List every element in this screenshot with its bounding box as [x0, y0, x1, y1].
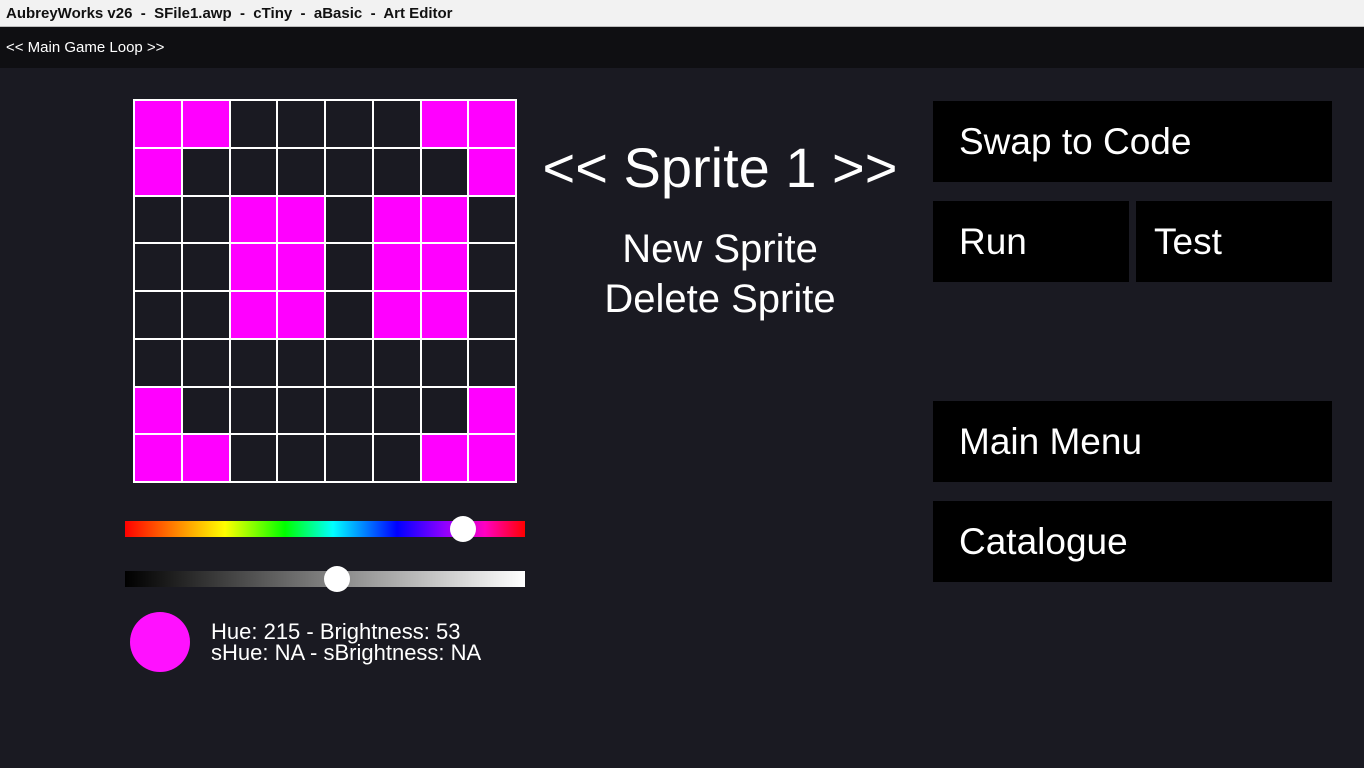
sprite-pixel-cell[interactable] — [326, 387, 372, 434]
sprite-pixel-cell[interactable] — [326, 339, 372, 386]
run-button[interactable]: Run — [933, 201, 1129, 282]
sprite-pixel-cell[interactable] — [469, 292, 515, 338]
sprite-pixel-cell[interactable] — [135, 101, 181, 147]
sprite-pixel-cell[interactable] — [373, 292, 420, 338]
sprite-pixel-cell[interactable] — [373, 101, 420, 147]
brightness-slider-knob[interactable] — [324, 566, 350, 592]
sprite-pixel-cell[interactable] — [421, 196, 468, 243]
sprite-pixel-cell[interactable] — [278, 435, 324, 481]
sprite-pixel-cell[interactable] — [326, 435, 372, 481]
sprite-pixel-cell[interactable] — [230, 339, 277, 386]
main-menu-button[interactable]: Main Menu — [933, 401, 1332, 482]
sprite-pixel-cell[interactable] — [230, 196, 277, 243]
sprite-pixel-cell[interactable] — [182, 101, 229, 147]
sprite-pixel-cell[interactable] — [326, 292, 372, 338]
sprite-pixel-cell[interactable] — [421, 101, 468, 147]
catalogue-button[interactable]: Catalogue — [933, 501, 1332, 582]
sprite-selector[interactable]: << Sprite 1 >> — [540, 136, 900, 200]
shue-sbrightness-text: sHue: NA - sBrightness: NA — [211, 640, 482, 665]
window-title: AubreyWorks v26 - SFile1.awp - cTiny - a… — [0, 0, 1364, 27]
sprite-pixel-cell[interactable] — [469, 148, 515, 195]
sprite-pixel-cell[interactable] — [373, 339, 420, 386]
sprite-pixel-cell[interactable] — [278, 101, 324, 147]
sprite-pixel-cell[interactable] — [230, 387, 277, 434]
catalogue-label: Catalogue — [959, 520, 1128, 562]
sprite-pixel-cell[interactable] — [469, 196, 515, 243]
sprite-pixel-cell[interactable] — [278, 387, 324, 434]
brightness-slider[interactable] — [125, 566, 525, 592]
color-info: Hue: 215 - Brightness: 53 sHue: NA - sBr… — [211, 619, 482, 665]
sprite-pixel-cell[interactable] — [326, 244, 372, 290]
sprite-pixel-cell[interactable] — [278, 292, 324, 338]
sprite-pixel-cell[interactable] — [421, 292, 468, 338]
test-button[interactable]: Test — [1136, 201, 1332, 282]
sprite-pixel-cell[interactable] — [421, 339, 468, 386]
sprite-pixel-cell[interactable] — [135, 339, 181, 386]
sprite-pixel-cell[interactable] — [182, 148, 229, 195]
sprite-pixel-cell[interactable] — [469, 339, 515, 386]
sprite-pixel-cell[interactable] — [182, 435, 229, 481]
sprite-pixel-cell[interactable] — [230, 101, 277, 147]
hue-slider[interactable] — [125, 516, 525, 542]
breadcrumb-bar: << Main Game Loop >> — [0, 27, 1364, 68]
hue-slider-knob[interactable] — [450, 516, 476, 542]
sprite-pixel-cell[interactable] — [230, 244, 277, 290]
sprite-pixel-cell[interactable] — [469, 101, 515, 147]
sprite-pixel-cell[interactable] — [373, 196, 420, 243]
sprite-pixel-cell[interactable] — [421, 244, 468, 290]
sprite-pixel-cell[interactable] — [230, 292, 277, 338]
sprite-pixel-cell[interactable] — [230, 148, 277, 195]
sprite-pixel-cell[interactable] — [373, 387, 420, 434]
main-menu-label: Main Menu — [959, 420, 1143, 462]
current-color-swatch — [130, 612, 190, 672]
sprite-pixel-cell[interactable] — [421, 435, 468, 481]
sprite-pixel-cell[interactable] — [278, 148, 324, 195]
sprite-pixel-cell[interactable] — [326, 196, 372, 243]
sprite-pixel-cell[interactable] — [373, 148, 420, 195]
breadcrumb-main-game-loop[interactable]: << Main Game Loop >> — [6, 39, 164, 56]
sprite-pixel-cell[interactable] — [182, 339, 229, 386]
sprite-pixel-cell[interactable] — [135, 292, 181, 338]
new-sprite-button[interactable]: New Sprite — [540, 225, 900, 273]
sprite-pixel-cell[interactable] — [182, 292, 229, 338]
sprite-pixel-cell[interactable] — [182, 196, 229, 243]
sprite-pixel-cell[interactable] — [373, 244, 420, 290]
sprite-pixel-cell[interactable] — [421, 387, 468, 434]
sprite-pixel-cell[interactable] — [326, 148, 372, 195]
sprite-pixel-cell[interactable] — [373, 435, 420, 481]
sprite-pixel-cell[interactable] — [135, 435, 181, 481]
sprite-pixel-cell[interactable] — [135, 387, 181, 434]
sprite-pixel-cell[interactable] — [182, 244, 229, 290]
swap-to-code-button[interactable]: Swap to Code — [933, 101, 1332, 182]
sprite-pixel-cell[interactable] — [135, 244, 181, 290]
sprite-pixel-cell[interactable] — [278, 244, 324, 290]
sprite-pixel-cell[interactable] — [469, 387, 515, 434]
hue-brightness-text: Hue: 215 - Brightness: 53 — [211, 619, 461, 644]
swap-to-code-label: Swap to Code — [959, 120, 1192, 162]
sprite-pixel-cell[interactable] — [278, 339, 324, 386]
sprite-pixel-cell[interactable] — [135, 196, 181, 243]
sprite-pixel-cell[interactable] — [182, 387, 229, 434]
delete-sprite-button[interactable]: Delete Sprite — [540, 275, 900, 323]
sprite-pixel-cell[interactable] — [278, 196, 324, 243]
sprite-pixel-cell[interactable] — [135, 148, 181, 195]
test-label: Test — [1154, 220, 1222, 262]
run-label: Run — [959, 220, 1027, 262]
sprite-pixel-cell[interactable] — [469, 244, 515, 290]
sprite-pixel-cell[interactable] — [469, 435, 515, 481]
sprite-pixel-cell[interactable] — [230, 435, 277, 481]
sprite-pixel-grid[interactable] — [133, 99, 517, 483]
sprite-pixel-cell[interactable] — [326, 101, 372, 147]
sprite-pixel-cell[interactable] — [421, 148, 468, 195]
